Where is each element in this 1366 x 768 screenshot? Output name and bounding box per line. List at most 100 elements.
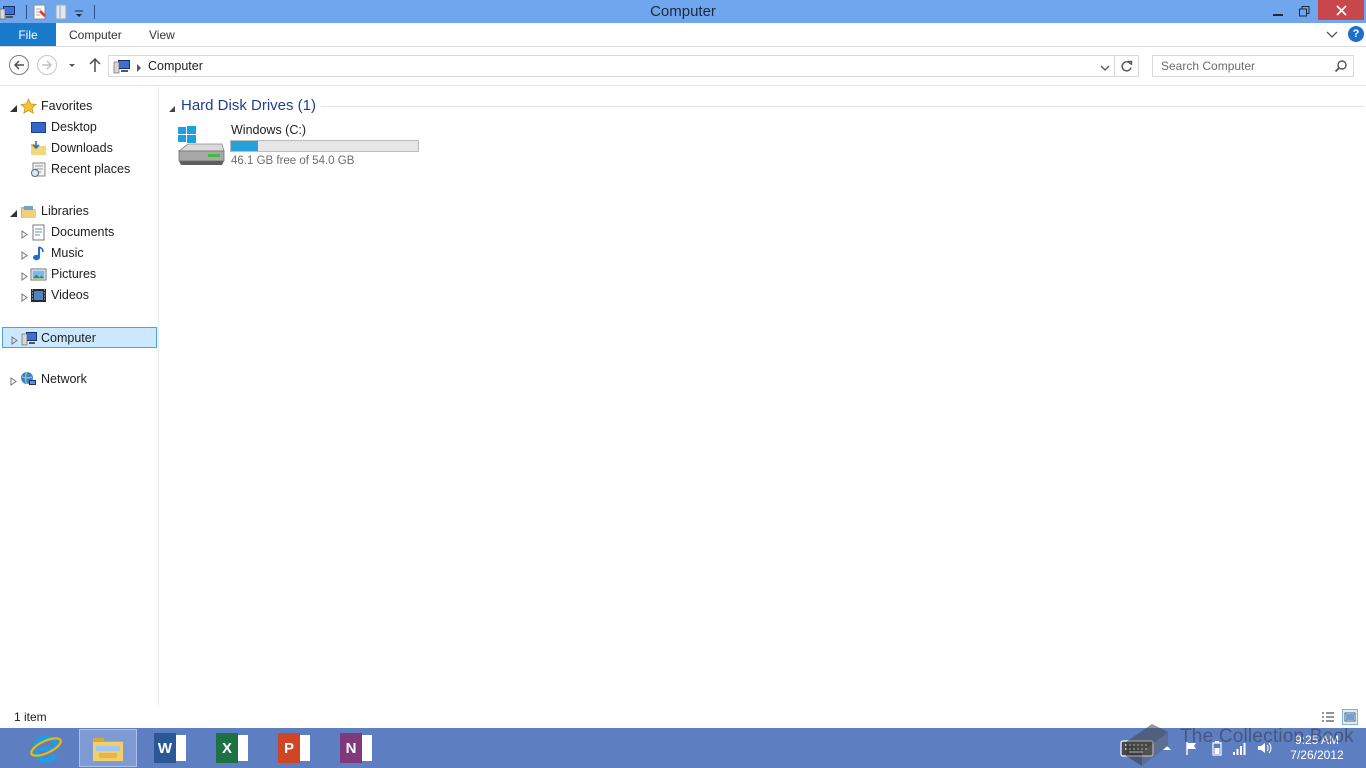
expand-arrow-icon[interactable] (20, 249, 29, 260)
speaker-icon (1258, 742, 1272, 754)
status-bar: 1 item (0, 706, 1366, 728)
address-dropdown-chevron-icon[interactable] (1100, 62, 1110, 76)
taskbar-excel[interactable]: X (203, 729, 261, 767)
sidebar-item-downloads[interactable]: Downloads (0, 138, 157, 159)
sidebar-item-computer[interactable]: Computer (2, 327, 157, 348)
breadcrumb-computer[interactable]: Computer (148, 59, 203, 73)
collapse-arrow-icon[interactable] (168, 102, 176, 116)
taskbar-internet-explorer[interactable] (17, 729, 75, 767)
window-title: Computer (650, 3, 716, 20)
up-button[interactable] (87, 56, 103, 74)
collapse-arrow-icon[interactable] (9, 207, 18, 217)
file-explorer-folder-icon (93, 738, 123, 761)
restore-icon (1298, 5, 1309, 16)
close-button[interactable] (1318, 0, 1364, 20)
excel-icon: X (216, 733, 248, 763)
taskbar-file-explorer[interactable] (79, 729, 137, 767)
group-header-hard-disk-drives[interactable]: Hard Disk Drives (1) (168, 96, 1364, 116)
expand-ribbon-chevron-icon[interactable] (1325, 27, 1339, 41)
onenote-icon: N (340, 733, 372, 763)
sidebar-item-desktop[interactable]: Desktop (0, 117, 157, 138)
minimize-icon (1273, 14, 1283, 16)
collapse-arrow-icon[interactable] (9, 102, 18, 112)
search-box[interactable] (1152, 55, 1354, 77)
action-center-button[interactable] (1184, 728, 1202, 768)
forward-button[interactable] (37, 55, 57, 75)
sidebar-item-label: Network (41, 372, 87, 386)
taskbar-clock[interactable]: 9:25 AM 7/26/2012 (1282, 733, 1352, 763)
taskbar-powerpoint[interactable]: P (265, 729, 323, 767)
expand-arrow-icon[interactable] (9, 375, 18, 386)
close-icon (1335, 4, 1347, 16)
tab-computer[interactable]: Computer (69, 23, 122, 46)
clock-date: 7/26/2012 (1290, 748, 1344, 762)
sidebar-item-label: Downloads (51, 141, 113, 155)
sidebar-item-label: Recent places (51, 162, 131, 176)
sidebar-item-label: Videos (51, 288, 89, 302)
expand-arrow-icon[interactable] (20, 270, 29, 281)
details-view-icon[interactable] (1320, 709, 1336, 725)
pictures-icon (30, 266, 47, 283)
help-icon[interactable]: ? (1348, 26, 1364, 42)
address-bar[interactable]: Computer (108, 55, 1115, 77)
sidebar-item-label: Favorites (41, 99, 93, 113)
restore-button[interactable] (1291, 0, 1317, 22)
sidebar-item-pictures[interactable]: Pictures (0, 264, 157, 285)
breadcrumb-separator-icon[interactable] (135, 62, 143, 76)
network-icon (20, 371, 37, 388)
network-status-button[interactable] (1232, 728, 1250, 768)
taskbar-word[interactable]: W (141, 729, 199, 767)
chevron-up-icon (1163, 746, 1171, 750)
sidebar-item-label: Documents (51, 225, 115, 239)
minimize-button[interactable] (1265, 0, 1291, 22)
videos-film-icon (30, 287, 47, 304)
expand-arrow-icon[interactable] (10, 334, 19, 345)
flag-icon (1186, 742, 1196, 755)
computer-icon (21, 330, 38, 347)
drive-usage-fill (231, 141, 259, 151)
refresh-button[interactable] (1115, 55, 1139, 77)
drive-usage-bar (230, 140, 419, 152)
sidebar-item-label: Desktop (51, 120, 97, 134)
drive-name: Windows (C:) (231, 123, 307, 137)
navigation-pane[interactable]: Favorites Desktop Downloads Recent place… (0, 87, 159, 705)
desktop-icon (30, 119, 47, 136)
battery-icon (1212, 741, 1222, 756)
hard-drive-icon (176, 125, 226, 169)
taskbar: W X P N 9:25 AM 7/26/2012 (0, 728, 1366, 768)
back-arrow-icon (14, 60, 24, 70)
back-button[interactable] (9, 55, 29, 75)
title-bar[interactable]: Computer (0, 0, 1366, 23)
star-icon (20, 98, 37, 115)
sidebar-item-favorites[interactable]: Favorites (0, 96, 157, 117)
recent-locations-dropdown[interactable] (66, 60, 78, 70)
volume-button[interactable] (1256, 728, 1274, 768)
sidebar-item-documents[interactable]: Documents (0, 222, 157, 243)
music-note-icon (30, 245, 47, 262)
show-hidden-icons-button[interactable] (1162, 728, 1176, 768)
sidebar-item-music[interactable]: Music (0, 243, 157, 264)
sidebar-item-libraries[interactable]: Libraries (0, 201, 157, 222)
sidebar-item-label: Computer (41, 331, 96, 345)
taskbar-onenote[interactable]: N (327, 729, 385, 767)
search-input[interactable] (1153, 56, 1328, 76)
sidebar-item-recent-places[interactable]: Recent places (0, 159, 157, 180)
search-icon[interactable] (1334, 59, 1348, 73)
tab-file[interactable]: File (0, 23, 56, 46)
large-icons-view-icon[interactable] (1342, 709, 1358, 725)
touch-keyboard-button[interactable] (1118, 728, 1158, 768)
expand-arrow-icon[interactable] (20, 228, 29, 239)
sidebar-item-network[interactable]: Network (0, 369, 157, 390)
keyboard-icon (1120, 740, 1154, 757)
up-arrow-icon (89, 57, 101, 72)
tab-view[interactable]: View (149, 23, 175, 46)
chevron-down-icon (69, 64, 75, 67)
drive-free-space: 46.1 GB free of 54.0 GB (231, 155, 355, 167)
navigation-bar: Computer (0, 48, 1366, 86)
group-title: Hard Disk Drives (1) (181, 97, 317, 114)
expand-arrow-icon[interactable] (20, 291, 29, 302)
sidebar-item-videos[interactable]: Videos (0, 285, 157, 306)
sidebar-item-label: Music (51, 246, 84, 260)
drive-item-c[interactable]: Windows (C:) 46.1 GB free of 54.0 GB (176, 120, 426, 172)
battery-button[interactable] (1212, 728, 1226, 768)
